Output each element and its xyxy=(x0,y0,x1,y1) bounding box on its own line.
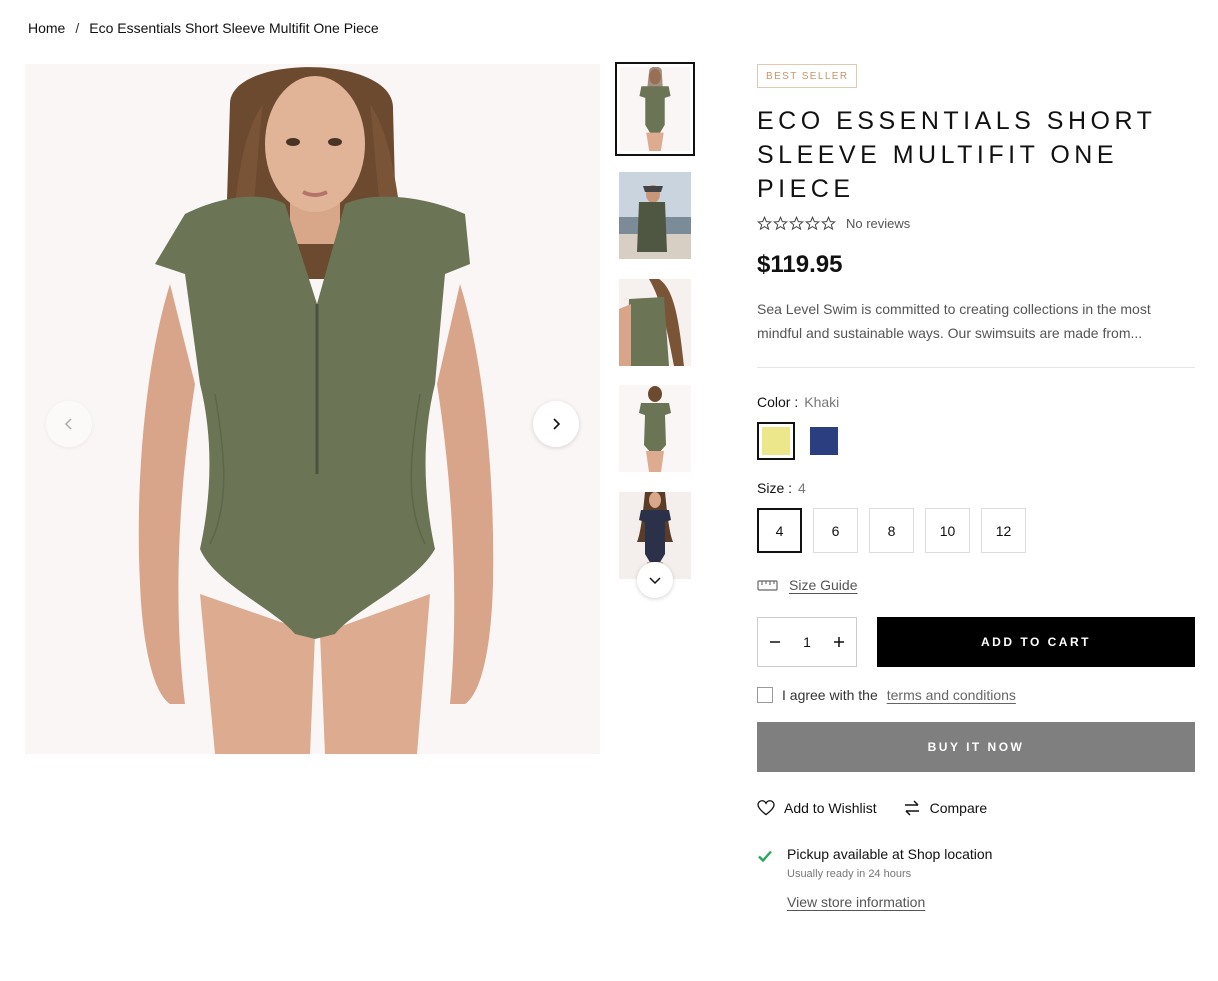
cart-row: 1 ADD TO CART xyxy=(757,617,1195,667)
chevron-down-icon xyxy=(649,577,661,585)
thumbnail-back[interactable] xyxy=(619,385,691,472)
product-description: Sea Level Swim is committed to creating … xyxy=(757,301,1151,341)
terms-checkbox[interactable] xyxy=(757,687,773,703)
star-empty-icon xyxy=(821,216,836,231)
thumbnail-back-image xyxy=(619,385,691,472)
quantity-stepper: 1 xyxy=(757,617,857,667)
color-swatch-khaki[interactable] xyxy=(757,422,795,460)
breadcrumb-current: Eco Essentials Short Sleeve Multifit One… xyxy=(89,20,379,36)
chevron-right-icon xyxy=(553,418,561,430)
color-swatch-navy[interactable] xyxy=(805,422,843,460)
compare-label: Compare xyxy=(929,800,988,816)
rating-stars xyxy=(757,216,836,231)
product-price: $119.95 xyxy=(757,251,843,278)
previous-image-button[interactable] xyxy=(46,401,92,447)
star-empty-icon xyxy=(773,216,788,231)
pickup-title: Pickup available at Shop location xyxy=(787,846,993,862)
thumbnails-scroll-down-button[interactable] xyxy=(637,562,673,598)
color-label: Color : Khaki xyxy=(757,394,1195,410)
quantity-value[interactable]: 1 xyxy=(803,634,811,650)
color-selected-value: Khaki xyxy=(804,394,840,410)
size-guide[interactable]: Size Guide xyxy=(757,577,1195,593)
best-seller-badge: BEST SELLER xyxy=(757,64,858,88)
star-empty-icon xyxy=(805,216,820,231)
compare-arrows-icon xyxy=(904,800,919,816)
buy-it-now-button[interactable]: BUY IT NOW xyxy=(757,722,1195,772)
thumbnail-front[interactable] xyxy=(615,62,695,156)
thumbnail-beach-image xyxy=(619,172,691,259)
size-label: Size : 4 xyxy=(757,480,1195,496)
thumbnail-side[interactable] xyxy=(619,279,691,366)
star-empty-icon xyxy=(757,216,772,231)
wishlist-label: Add to Wishlist xyxy=(784,800,877,816)
breadcrumb-separator: / xyxy=(75,20,80,36)
size-option-4[interactable]: 4 xyxy=(757,508,802,553)
ruler-icon xyxy=(757,580,778,591)
add-to-cart-button[interactable]: ADD TO CART xyxy=(877,617,1195,667)
size-option-10[interactable]: 10 xyxy=(925,508,970,553)
compare-button[interactable]: Compare xyxy=(903,800,988,816)
product-title: ECO ESSENTIALS SHORT SLEEVE MULTIFIT ONE… xyxy=(757,107,1156,203)
check-icon xyxy=(758,850,772,863)
color-label-text: Color : xyxy=(757,394,799,410)
main-product-image[interactable] xyxy=(25,64,600,754)
minus-icon xyxy=(770,641,780,643)
color-swatches xyxy=(757,422,1195,460)
next-image-button[interactable] xyxy=(533,401,579,447)
size-options: 4 6 8 10 12 xyxy=(757,508,1195,553)
size-option-6[interactable]: 6 xyxy=(813,508,858,553)
product-actions: Add to Wishlist Compare xyxy=(757,800,1195,816)
swatch-fill xyxy=(762,427,790,455)
quantity-increase-button[interactable] xyxy=(830,633,848,651)
star-empty-icon xyxy=(789,216,804,231)
plus-icon xyxy=(833,637,844,647)
terms-agreement: I agree with the terms and conditions xyxy=(757,687,1195,703)
size-option-8[interactable]: 8 xyxy=(869,508,914,553)
pickup-subtitle: Usually ready in 24 hours xyxy=(787,868,912,880)
size-selected-value: 4 xyxy=(798,480,806,496)
pickup-availability: Pickup available at Shop location Usuall… xyxy=(757,846,1195,912)
breadcrumb-home-link[interactable]: Home xyxy=(28,20,65,36)
reviews-count: No reviews xyxy=(846,216,911,231)
size-guide-link[interactable]: Size Guide xyxy=(789,577,857,593)
rating[interactable]: No reviews xyxy=(757,216,1195,231)
color-selector: Color : Khaki xyxy=(757,394,1195,460)
terms-link[interactable]: terms and conditions xyxy=(887,687,1016,703)
thumbnail-strip xyxy=(615,62,695,582)
breadcrumb: Home / Eco Essentials Short Sleeve Multi… xyxy=(28,20,379,36)
heart-icon xyxy=(757,800,775,816)
size-selector: Size : 4 4 6 8 10 12 xyxy=(757,480,1195,553)
pickup-details: Pickup available at Shop location Usuall… xyxy=(787,846,992,912)
size-option-12[interactable]: 12 xyxy=(981,508,1026,553)
chevron-left-icon xyxy=(64,418,72,430)
thumbnail-front-image xyxy=(620,67,690,151)
size-label-text: Size : xyxy=(757,480,793,496)
model-swimsuit-illustration xyxy=(25,64,600,754)
thumbnail-side-image xyxy=(619,279,691,366)
quantity-decrease-button[interactable] xyxy=(766,633,784,651)
add-to-wishlist-button[interactable]: Add to Wishlist xyxy=(757,800,877,816)
product-info: BEST SELLER ECO ESSENTIALS SHORT SLEEVE … xyxy=(757,64,1195,912)
view-store-information-link[interactable]: View store information xyxy=(787,894,925,910)
swatch-fill xyxy=(810,427,838,455)
thumbnail-beach[interactable] xyxy=(619,172,691,259)
divider xyxy=(757,367,1195,368)
terms-prefix: I agree with the xyxy=(782,687,878,703)
